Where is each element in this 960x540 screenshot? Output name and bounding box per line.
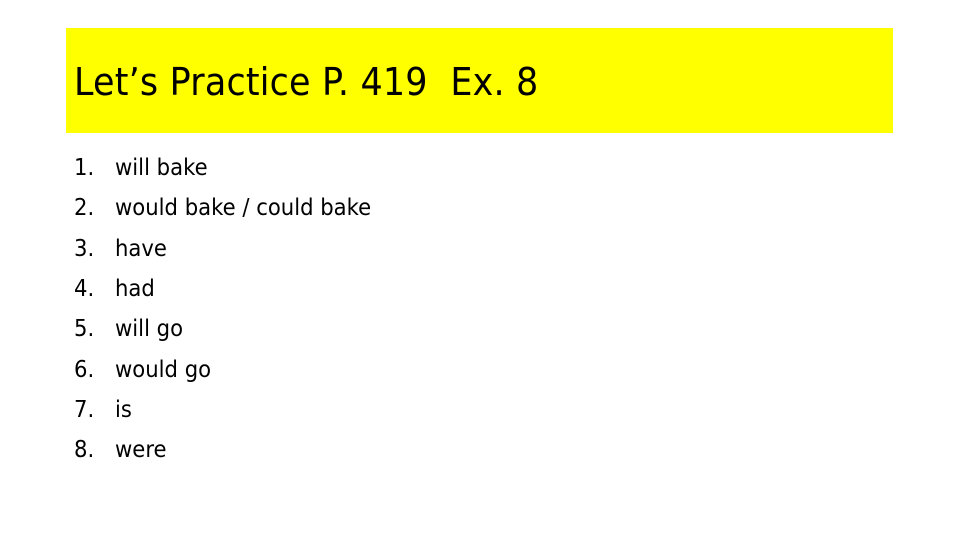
item-number: 3. <box>74 235 95 262</box>
item-text: were <box>115 437 167 464</box>
list-item: 8. were <box>74 430 393 470</box>
item-number: 1. <box>74 155 95 182</box>
list-item: 5. will go <box>74 309 393 349</box>
item-text: is <box>115 396 132 423</box>
list-item: 4. had <box>74 269 393 309</box>
list-item: 2. would bake / could bake <box>74 188 393 228</box>
item-number: 8. <box>74 437 95 464</box>
item-number: 6. <box>74 356 95 383</box>
list-item: 1. will bake <box>74 148 393 188</box>
item-text: will go <box>115 316 184 343</box>
title-banner: Let’s Practice P. 419 Ex. 8 <box>66 28 893 133</box>
list-item: 7. is <box>74 390 393 430</box>
slide-title: Let’s Practice P. 419 Ex. 8 <box>74 60 539 104</box>
item-text: have <box>115 235 167 262</box>
list-item: 6. would go <box>74 349 393 389</box>
item-text: will bake <box>115 155 208 182</box>
item-text: would bake / could bake <box>115 195 372 222</box>
item-text: had <box>115 276 155 303</box>
item-number: 7. <box>74 396 95 423</box>
item-text: would go <box>115 356 212 383</box>
item-number: 4. <box>74 276 95 303</box>
item-number: 2. <box>74 195 95 222</box>
list-item: 3. have <box>74 229 393 269</box>
item-number: 5. <box>74 316 95 343</box>
answer-list: 1. will bake 2. would bake / could bake 3.… <box>74 148 393 470</box>
